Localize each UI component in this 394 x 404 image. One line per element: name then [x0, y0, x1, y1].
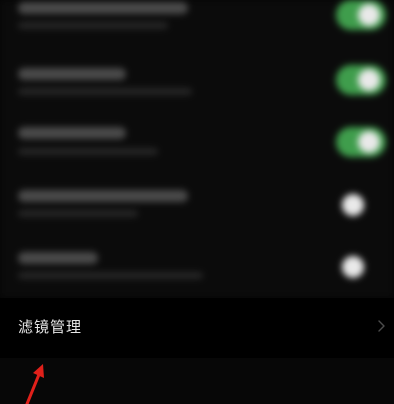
red-arrow-icon — [25, 364, 44, 404]
setting-row-2[interactable] — [0, 52, 394, 108]
setting-row-1[interactable] — [0, 0, 394, 42]
blurred-settings-list — [0, 0, 394, 298]
toggle-switch[interactable] — [336, 127, 386, 157]
toggle-switch[interactable] — [336, 65, 386, 95]
toggle-knob — [342, 256, 364, 278]
setting-row-3[interactable] — [0, 112, 394, 168]
filter-management-row[interactable]: 滤镜管理 — [0, 298, 394, 358]
setting-title — [18, 68, 126, 80]
setting-title — [18, 127, 126, 139]
toggle-knob — [358, 69, 380, 91]
setting-subtitle — [18, 272, 203, 279]
setting-subtitle — [18, 210, 138, 217]
setting-title — [18, 2, 188, 14]
toggle-knob — [342, 194, 364, 216]
settings-screen: 滤镜管理 — [0, 0, 394, 404]
chevron-right-icon — [378, 320, 385, 332]
setting-subtitle — [18, 22, 168, 29]
toggle-knob — [358, 4, 380, 26]
filter-management-label: 滤镜管理 — [18, 318, 83, 336]
toggle-switch[interactable] — [336, 0, 386, 30]
setting-row-5[interactable] — [0, 236, 394, 292]
setting-subtitle — [18, 148, 158, 155]
toggle-switch[interactable] — [336, 190, 386, 220]
toggle-switch[interactable] — [336, 252, 386, 282]
setting-title — [18, 190, 188, 202]
toggle-knob — [358, 131, 380, 153]
setting-title — [18, 252, 98, 264]
setting-row-4[interactable] — [0, 174, 394, 230]
setting-subtitle — [18, 88, 192, 95]
